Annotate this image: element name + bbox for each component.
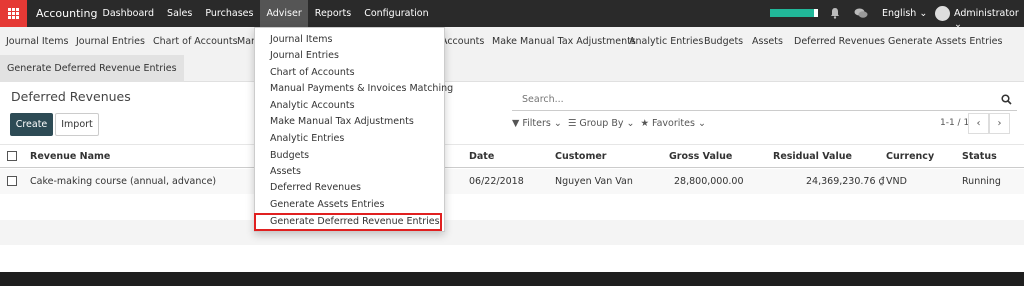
breadcrumb: Deferred Revenues	[11, 89, 131, 104]
menu-purchases[interactable]: Purchases	[199, 0, 260, 27]
column-gross-value[interactable]: Gross Value	[669, 151, 732, 162]
dropdown-deferred-revenues[interactable]: Deferred Revenues	[270, 182, 361, 193]
search-options: ▼ Filters ⌄ ☰ Group By ⌄ ★ Favorites ⌄	[512, 118, 706, 129]
column-status[interactable]: Status	[962, 151, 997, 162]
sec-analytic-entries[interactable]: Analytic Entries	[629, 36, 703, 47]
pager-value[interactable]: 1-1 / 1	[940, 118, 969, 128]
secondary-menu: Journal Items Journal Entries Chart of A…	[0, 27, 1024, 82]
search-input[interactable]	[512, 88, 982, 110]
star-icon: ★	[640, 118, 649, 129]
dropdown-journal-entries[interactable]: Journal Entries	[270, 50, 339, 61]
sec-deferred-revenues[interactable]: Deferred Revenues	[794, 36, 885, 47]
cell-date: 06/22/2018	[469, 176, 524, 187]
sec-analytic-accounts[interactable]: Accounts	[441, 36, 484, 47]
dropdown-analytic-accounts[interactable]: Analytic Accounts	[270, 100, 355, 111]
cell-gross-value: 28,800,000.00	[674, 176, 744, 187]
filters-dropdown[interactable]: ▼ Filters ⌄	[512, 118, 562, 129]
chevron-left-icon[interactable]: ‹	[968, 113, 989, 134]
column-revenue-name[interactable]: Revenue Name	[30, 151, 110, 162]
cell-residual-value: 24,369,230.76 ₫	[806, 176, 885, 187]
create-button[interactable]: Create	[10, 113, 53, 136]
sec-journal-items[interactable]: Journal Items	[6, 36, 68, 47]
search-icon[interactable]	[1001, 94, 1012, 105]
dropdown-budgets[interactable]: Budgets	[270, 150, 309, 161]
sec-manual-tax[interactable]: Make Manual Tax Adjustments	[492, 36, 636, 47]
column-residual-value[interactable]: Residual Value	[773, 151, 852, 162]
groupby-dropdown[interactable]: ☰ Group By ⌄	[568, 118, 635, 129]
sec-chart-of-accounts[interactable]: Chart of Accounts	[153, 36, 238, 47]
import-button[interactable]: Import	[55, 113, 99, 136]
sec-assets[interactable]: Assets	[752, 36, 783, 47]
list-icon: ☰	[567, 118, 577, 129]
dropdown-assets[interactable]: Assets	[270, 166, 301, 177]
top-navbar: Accounting Dashboard Sales Purchases Adv…	[0, 0, 1024, 30]
menu-configuration[interactable]: Configuration	[358, 0, 435, 27]
column-date[interactable]: Date	[469, 151, 494, 162]
menu-reports[interactable]: Reports	[308, 0, 357, 27]
sec-generate-assets[interactable]: Generate Assets Entries	[888, 36, 1002, 47]
sec-generate-deferred[interactable]: Generate Deferred Revenue Entries	[0, 55, 184, 82]
language-selector[interactable]: English ⌄	[882, 8, 927, 19]
empty-row	[0, 220, 1024, 245]
sec-budgets[interactable]: Budgets	[704, 36, 743, 47]
cell-customer: Nguyen Van Van	[555, 176, 633, 187]
dropdown-journal-items[interactable]: Journal Items	[270, 34, 332, 45]
app-brand[interactable]: Accounting	[36, 7, 97, 20]
highlight-box	[254, 213, 442, 231]
bell-icon[interactable]	[829, 7, 841, 19]
dropdown-manual-payments[interactable]: Manual Payments & Invoices Matching	[270, 83, 453, 94]
menu-dashboard[interactable]: Dashboard	[96, 0, 161, 27]
bottom-bar	[0, 272, 1024, 286]
cell-revenue-name: Cake-making course (annual, advance)	[30, 176, 217, 187]
adviser-dropdown-menu: Journal Items Journal Entries Chart of A…	[254, 27, 453, 232]
select-all-checkbox[interactable]	[7, 151, 17, 161]
chevron-right-icon[interactable]: ›	[989, 113, 1010, 134]
dropdown-analytic-entries[interactable]: Analytic Entries	[270, 133, 344, 144]
column-currency[interactable]: Currency	[886, 151, 934, 162]
pager-buttons: ‹ ›	[968, 113, 1010, 134]
filter-icon: ▼	[512, 118, 520, 129]
dropdown-generate-assets[interactable]: Generate Assets Entries	[270, 199, 384, 210]
sec-journal-entries[interactable]: Journal Entries	[76, 36, 145, 47]
cell-currency: VND	[886, 176, 907, 187]
apps-menu-button[interactable]	[0, 0, 27, 27]
search-box	[512, 88, 1017, 111]
dropdown-manual-tax[interactable]: Make Manual Tax Adjustments	[270, 116, 414, 127]
sec-manual-payments[interactable]: Mar	[237, 36, 255, 47]
chat-icon[interactable]	[854, 8, 868, 19]
dropdown-chart-of-accounts[interactable]: Chart of Accounts	[270, 67, 355, 78]
menu-adviser[interactable]: Adviser	[259, 0, 309, 27]
table-header: Revenue Name Date Customer Gross Value R…	[0, 144, 1024, 168]
favorites-dropdown[interactable]: ★ Favorites ⌄	[640, 118, 705, 129]
grid-icon	[8, 8, 19, 19]
user-avatar[interactable]	[935, 6, 950, 21]
table-row[interactable]: Cake-making course (annual, advance) 06/…	[0, 169, 1024, 194]
cell-status: Running	[962, 176, 1001, 187]
progress-bar	[770, 9, 818, 17]
menu-sales[interactable]: Sales	[161, 0, 199, 27]
column-customer[interactable]: Customer	[555, 151, 607, 162]
row-checkbox[interactable]	[7, 176, 17, 186]
top-menu: Dashboard Sales Purchases Adviser Report…	[96, 0, 435, 27]
